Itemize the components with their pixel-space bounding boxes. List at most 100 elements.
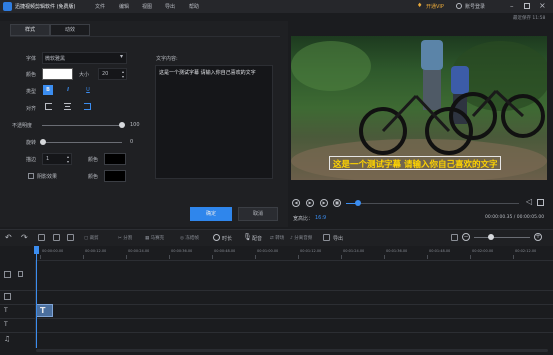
duration-label[interactable]: 时长 [222, 235, 232, 242]
vip-button[interactable]: 开通VIP [426, 3, 444, 10]
menu-file[interactable]: 文件 [95, 3, 105, 10]
mosaic-button[interactable]: ▦ 马赛克 [145, 235, 164, 241]
playhead-handle[interactable] [34, 246, 39, 254]
cancel-label: 取消 [252, 211, 263, 217]
timeline-scrollbar[interactable] [36, 349, 548, 352]
playhead[interactable] [36, 246, 37, 348]
next-frame-icon[interactable]: ▶ [320, 199, 328, 207]
ruler-tick-label: 00:00:48.00 [214, 249, 236, 253]
zoom-in-icon[interactable]: + [534, 233, 542, 241]
fit-icon[interactable] [451, 234, 458, 241]
content-textarea[interactable]: 这是一个测试字幕 请输入你自己喜欢的文字 [155, 65, 273, 179]
menu-view[interactable]: 视图 [142, 3, 152, 10]
trash-icon[interactable] [67, 234, 74, 241]
app-logo-icon [3, 2, 12, 11]
video-track-lock-icon[interactable] [18, 271, 23, 277]
track-lane-video[interactable] [36, 260, 553, 291]
microphone-icon[interactable]: 🎙 [243, 233, 252, 241]
font-label: 字体 [26, 56, 37, 62]
ruler-tick [255, 255, 256, 259]
text-track-2-icon: T [4, 321, 8, 328]
text-clip[interactable]: T [36, 304, 53, 317]
progress-handle[interactable] [355, 200, 362, 206]
confirm-label: 确定 [205, 211, 216, 217]
menu-help[interactable]: 帮助 [189, 3, 199, 10]
autosave-status: 最近保存 11:58 [513, 16, 546, 21]
size-value: 20 [102, 71, 109, 77]
minimize-icon[interactable]: – [510, 2, 514, 10]
ruler-tick-label: 00:01:24.00 [343, 249, 365, 253]
size-input[interactable]: 20 ▴ ▾ [98, 68, 127, 80]
align-right-icon[interactable] [84, 103, 91, 110]
ruler-tick [212, 255, 213, 259]
underline-button[interactable]: U [83, 85, 93, 95]
play-icon[interactable]: ▶ [306, 199, 314, 207]
stroke-color-swatch[interactable] [104, 153, 126, 165]
stroke-stepper-icon: ▴ ▾ [66, 154, 69, 164]
delete-icon[interactable] [53, 234, 60, 241]
volume-icon[interactable]: ◁ [526, 197, 532, 206]
italic-button[interactable]: I [63, 85, 73, 95]
opacity-value: 100 [130, 122, 140, 128]
shadow-checkbox[interactable] [28, 173, 34, 179]
tab-animation-label: 动效 [64, 27, 75, 33]
transition-button[interactable]: ⇄ 转场 [270, 235, 284, 241]
redo-icon[interactable]: ↷ [21, 233, 28, 242]
undo-icon[interactable]: ↶ [5, 233, 12, 242]
opacity-label: 不透明度 [12, 123, 33, 129]
prev-frame-icon[interactable]: ◀ [292, 199, 300, 207]
separate-audio-button[interactable]: ♪ 分离音频 [290, 235, 312, 241]
color-swatch[interactable] [42, 68, 73, 80]
type-label: 类型 [26, 89, 37, 95]
tab-style[interactable]: 样式 [10, 24, 50, 36]
edit-icon[interactable] [38, 234, 45, 241]
login-button[interactable]: 账号登录 [465, 3, 485, 10]
split-button[interactable]: ✂ 分割 [118, 235, 132, 241]
rotate-slider[interactable] [42, 142, 122, 143]
maximize-icon[interactable] [524, 3, 530, 9]
track-lane-overlay[interactable] [36, 290, 553, 305]
track-lane-text-1[interactable] [36, 304, 553, 319]
duration-icon[interactable] [213, 234, 220, 241]
zoom-out-icon[interactable]: − [462, 233, 470, 241]
export-label[interactable]: 导出 [333, 235, 343, 242]
ratio-value[interactable]: 16:9 [315, 215, 326, 221]
progress-track[interactable] [346, 203, 519, 204]
rotate-label: 旋转 [26, 140, 37, 146]
track-lane-text-2[interactable] [36, 318, 553, 333]
bold-button[interactable]: B [43, 85, 53, 95]
menu-edit[interactable]: 编辑 [119, 3, 129, 10]
rotate-slider-handle[interactable] [40, 139, 46, 145]
dub-label[interactable]: 配音 [252, 235, 262, 242]
opacity-slider[interactable] [42, 125, 122, 126]
align-left-icon[interactable] [45, 103, 52, 110]
zoom-slider[interactable] [474, 237, 530, 238]
tab-animation[interactable]: 动效 [50, 24, 90, 36]
playback-bar: ◀ ▶ ▶ ■ ◁ 宽高比： 16:9 00:00:00.35 / 00:00:… [291, 196, 547, 224]
crop-button[interactable]: ▢ 裁剪 [84, 235, 99, 241]
shadow-color-swatch[interactable] [104, 170, 126, 182]
stop-icon[interactable]: ■ [333, 199, 341, 207]
close-icon[interactable]: × [539, 1, 546, 10]
text-edit-panel: 样式 动效 字体 微软雅黑 ▾ 颜色 大小 20 ▴ ▾ 类型 B I U 对齐 … [0, 21, 288, 227]
stroke-input[interactable]: 1 ▴ ▾ [42, 153, 72, 165]
cancel-button[interactable]: 取消 [238, 207, 278, 221]
export-icon[interactable] [323, 234, 330, 241]
ruler-tick-label: 00:02:12.00 [515, 249, 537, 253]
ruler-tick [83, 255, 84, 259]
timeline-ruler[interactable]: 00:00:00.00 00:00:12.00 00:00:24.00 00:00:3… [36, 246, 553, 261]
fullscreen-icon[interactable] [537, 199, 544, 206]
ruler-tick-label: 00:01:48.00 [429, 249, 451, 253]
opacity-slider-handle[interactable] [119, 122, 125, 128]
freeze-button[interactable]: ◎ 冻结帧 [180, 235, 199, 241]
font-select[interactable]: 微软雅黑 ▾ [42, 52, 127, 64]
confirm-button[interactable]: 确定 [190, 207, 232, 221]
preview-subtitle: 这是一个测试字幕 请输入你自己喜欢的文字 [333, 160, 498, 170]
shadow-color-label: 颜色 [88, 174, 99, 180]
zoom-slider-handle[interactable] [487, 234, 494, 240]
menu-export[interactable]: 导出 [165, 3, 175, 10]
edit-toolbar: ↶ ↷ ▢ 裁剪 ✂ 分割 ▦ 马赛克 ◎ 冻结帧 时长 🎙 配音 ⇄ 转场 ♪… [0, 229, 553, 247]
align-center-icon[interactable] [64, 103, 71, 110]
color-label: 颜色 [26, 72, 37, 78]
ruler-tick [341, 255, 342, 259]
